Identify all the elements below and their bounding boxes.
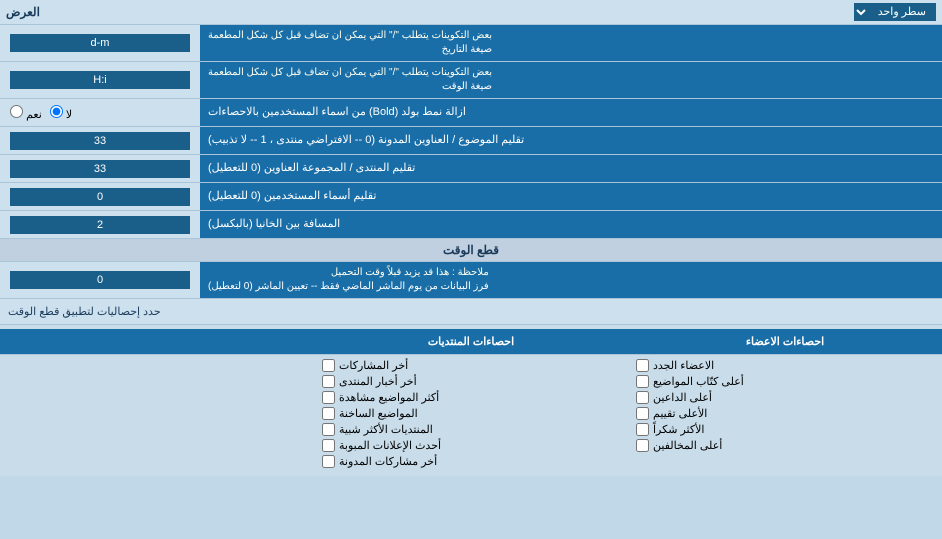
checkbox-top-rated[interactable] — [636, 407, 649, 420]
radio-yes-label: نعم — [10, 105, 42, 121]
radio-no[interactable] — [50, 105, 63, 118]
usernames-trim-input-cell — [0, 183, 200, 210]
topics-trim-row: تقليم الموضوع / العناوين المدونة (0 -- ا… — [0, 127, 942, 155]
list-item: الأعلى تقييم — [636, 407, 934, 420]
checkbox-hot-topics[interactable] — [322, 407, 335, 420]
checkboxes-col1: الاعضاء الجدد أعلى كتّاب المواضيع أعلى ا… — [628, 359, 942, 468]
apply-row: حدد إحصاليات لتطبيق قطع الوقت — [0, 299, 942, 325]
list-item: أخر أخبار المنتدى — [322, 375, 620, 388]
checkbox-top-topic-writers[interactable] — [636, 375, 649, 388]
checkboxes-col3 — [0, 359, 314, 468]
cutoff-row: ملاحظة : هذا قد يزيد قبلاً وقت التحميل ف… — [0, 262, 942, 299]
topics-trim-input-cell — [0, 127, 200, 154]
checkboxes-header-row: احصاءات الاعضاء احصاءات المنتديات — [0, 329, 942, 355]
time-format-label: بعض التكوينات يتطلب "/" التي يمكن ان تضا… — [200, 62, 942, 98]
usernames-trim-input[interactable] — [10, 188, 190, 206]
col3-header — [0, 329, 314, 354]
date-format-input[interactable] — [10, 34, 190, 52]
forum-trim-input[interactable] — [10, 160, 190, 178]
date-format-label: بعض التكوينات يتطلب "/" التي يمكن ان تضا… — [200, 25, 942, 61]
list-item: المنتديات الأكثر شبية — [322, 423, 620, 436]
bold-remove-radio-cell: لا نعم — [0, 99, 200, 126]
forum-trim-input-cell — [0, 155, 200, 182]
display-select[interactable]: سطر واحد سطرين ثلاثة أسطر — [854, 3, 936, 21]
checkbox-most-viewed[interactable] — [322, 391, 335, 404]
cutoff-input[interactable] — [10, 271, 190, 289]
checkbox-most-thanked[interactable] — [636, 423, 649, 436]
date-format-row: بعض التكوينات يتطلب "/" التي يمكن ان تضا… — [0, 25, 942, 62]
checkboxes-col2: أخر المشاركات أخر أخبار المنتدى أكثر الم… — [314, 359, 628, 468]
cutoff-label: ملاحظة : هذا قد يزيد قبلاً وقت التحميل ف… — [200, 262, 942, 298]
checkbox-new-members[interactable] — [636, 359, 649, 372]
usernames-trim-label: تقليم أسماء المستخدمين (0 للتعطيل) — [200, 183, 942, 210]
list-item: الأكثر شكراً — [636, 423, 934, 436]
radio-yes[interactable] — [10, 105, 23, 118]
list-item: أخر المشاركات — [322, 359, 620, 372]
checkboxes-body: الاعضاء الجدد أعلى كتّاب المواضيع أعلى ا… — [0, 355, 942, 472]
cutoff-section-header: قطع الوقت — [0, 239, 942, 262]
checkboxes-section: احصاءات الاعضاء احصاءات المنتديات الاعضا… — [0, 325, 942, 476]
display-title: العرض — [6, 5, 40, 19]
gap-input[interactable] — [10, 216, 190, 234]
list-item: الاعضاء الجدد — [636, 359, 934, 372]
forum-trim-label: تقليم المنتدى / المجموعة العناوين (0 للت… — [200, 155, 942, 182]
time-format-row: بعض التكوينات يتطلب "/" التي يمكن ان تضا… — [0, 62, 942, 99]
display-header: سطر واحد سطرين ثلاثة أسطر العرض — [0, 0, 942, 25]
list-item: أعلى الداعين — [636, 391, 934, 404]
list-item: المواضيع الساخنة — [322, 407, 620, 420]
checkbox-popular-forums[interactable] — [322, 423, 335, 436]
bold-remove-row: ازالة نمط بولد (Bold) من اسماء المستخدمي… — [0, 99, 942, 127]
time-format-input[interactable] — [10, 71, 190, 89]
col1-header: احصاءات الاعضاء — [628, 329, 942, 354]
checkbox-last-news[interactable] — [322, 375, 335, 388]
list-item: أعلى كتّاب المواضيع — [636, 375, 934, 388]
list-item: أعلى المخالفين — [636, 439, 934, 452]
gap-label: المسافة بين الخانيا (بالبكسل) — [200, 211, 942, 238]
date-format-input-cell — [0, 25, 200, 61]
checkbox-latest-classifieds[interactable] — [322, 439, 335, 452]
bold-remove-label: ازالة نمط بولد (Bold) من اسماء المستخدمي… — [200, 99, 942, 126]
topics-trim-input[interactable] — [10, 132, 190, 150]
radio-no-label: لا — [50, 105, 72, 121]
gap-input-cell — [0, 211, 200, 238]
list-item: أحدث الإعلانات المبوبة — [322, 439, 620, 452]
checkbox-last-posts[interactable] — [322, 359, 335, 372]
checkbox-top-violators[interactable] — [636, 439, 649, 452]
col2-header: احصاءات المنتديات — [314, 329, 628, 354]
checkbox-top-inviters[interactable] — [636, 391, 649, 404]
time-format-input-cell — [0, 62, 200, 98]
apply-label: حدد إحصاليات لتطبيق قطع الوقت — [8, 305, 161, 318]
list-item: أخر مشاركات المدونة — [322, 455, 620, 468]
list-item: أكثر المواضيع مشاهدة — [322, 391, 620, 404]
forum-trim-row: تقليم المنتدى / المجموعة العناوين (0 للت… — [0, 155, 942, 183]
checkbox-last-blog-posts[interactable] — [322, 455, 335, 468]
topics-trim-label: تقليم الموضوع / العناوين المدونة (0 -- ا… — [200, 127, 942, 154]
gap-row: المسافة بين الخانيا (بالبكسل) — [0, 211, 942, 239]
cutoff-input-cell — [0, 262, 200, 298]
usernames-trim-row: تقليم أسماء المستخدمين (0 للتعطيل) — [0, 183, 942, 211]
